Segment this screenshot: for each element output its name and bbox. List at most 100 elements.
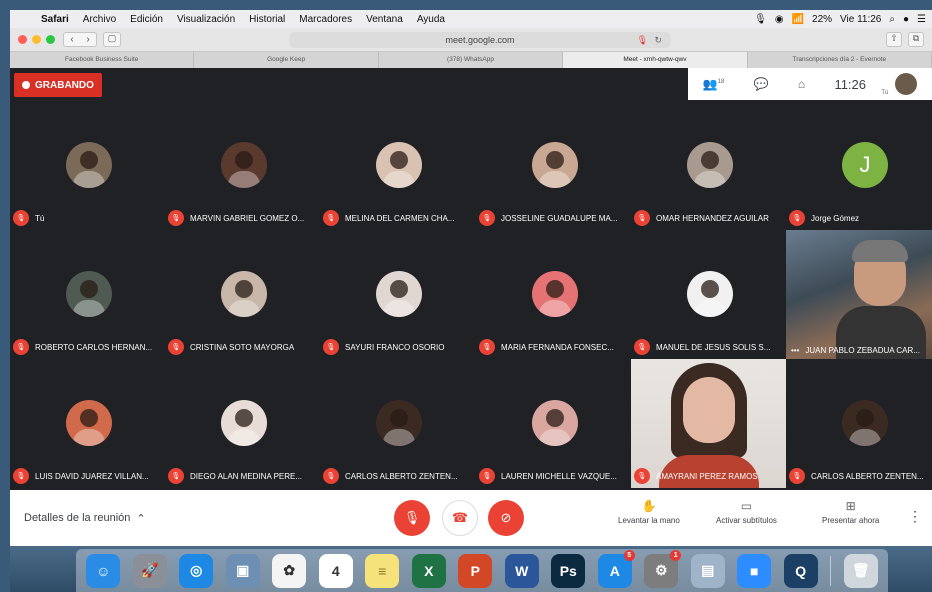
participant-tile[interactable]: 🎙 MARIA FERNANDA FONSEC... <box>476 230 631 359</box>
participant-name: ROBERTO CARLOS HERNAN... <box>35 342 153 352</box>
dock-glyph: ■ <box>750 562 759 579</box>
participant-tile[interactable]: 🎙 SAYURI FRANCO OSORIO <box>320 230 475 359</box>
address-bar[interactable]: meet.google.com 🎙 ↻ <box>290 32 670 48</box>
battery-percent[interactable]: 22% <box>812 14 832 25</box>
participant-tile[interactable]: 🎙 OMAR HERNANDEZ AGUILAR <box>631 101 786 230</box>
close-window-button[interactable] <box>18 35 27 44</box>
camera-toggle-button[interactable]: ⊘ <box>488 500 524 536</box>
activities-button[interactable]: ⌂ <box>798 77 805 91</box>
participant-tile[interactable]: 🎙 JOSSELINE GUADALUPE MA... <box>476 101 631 230</box>
present-now-button[interactable]: ⊞ Presentar ahora <box>822 499 879 525</box>
participant-tile[interactable]: 🎙 Tú <box>10 101 165 230</box>
dock-zoom-icon[interactable]: ■ <box>737 553 772 588</box>
clock[interactable]: Vie 11:26 <box>840 14 881 25</box>
dock-preview-icon[interactable]: ▣ <box>225 553 260 588</box>
reload-icon[interactable]: ↻ <box>654 35 662 46</box>
participant-name: MANUEL DE JESUS SOLIS S... <box>656 342 771 352</box>
speaking-dots-icon: ••• <box>791 346 800 355</box>
menu-marcadores[interactable]: Marcadores <box>292 14 359 25</box>
dock-photoshop-icon[interactable]: Ps <box>551 553 586 588</box>
participant-tile[interactable]: 🎙 MARVIN GABRIEL GOMEZ O... <box>165 101 320 230</box>
tabs-overview-icon[interactable]: ⧉ <box>908 32 924 47</box>
sidebar-toggle-icon[interactable]: ▢ <box>103 32 121 47</box>
menu-ventana[interactable]: Ventana <box>359 14 410 25</box>
more-options-icon[interactable]: ⋮ <box>908 508 922 525</box>
participant-tile[interactable]: 🎙 LUIS DAVID JUAREZ VILLAN... <box>10 359 165 488</box>
avatar-body <box>383 171 415 188</box>
participants-button[interactable]: 👥18 <box>703 77 725 91</box>
shapes-icon: ⌂ <box>797 77 806 91</box>
dock-word-icon[interactable]: W <box>504 553 539 588</box>
tab-whatsapp[interactable]: (378) WhatsApp <box>379 52 564 68</box>
chat-button[interactable]: 💬 <box>754 77 769 91</box>
menu-edicion[interactable]: Edición <box>123 14 170 25</box>
participant-tile[interactable]: ••• JUAN PABLO ZEBADUA CAR... <box>786 230 932 359</box>
menu-archivo[interactable]: Archivo <box>76 14 123 25</box>
menu-ayuda[interactable]: Ayuda <box>410 14 452 25</box>
control-center-icon[interactable]: ☰ <box>917 14 926 25</box>
participant-tile[interactable]: 🎙 CARLOS ALBERTO ZENTEN... <box>786 359 932 488</box>
dock-image-capture-icon[interactable]: ▤ <box>690 553 725 588</box>
participant-name: Tú <box>35 213 45 223</box>
dock-excel-icon[interactable]: X <box>411 553 446 588</box>
self-avatar[interactable]: Tú <box>881 73 918 96</box>
dock-notes-icon[interactable]: ≡ <box>365 553 400 588</box>
meet-stage: GRABANDO 👥18 💬 ⌂ 11:26 Tú 🎙 Tú 🎙 MARVIN GAB… <box>10 68 932 490</box>
participant-avatar <box>66 271 112 317</box>
dock-safari-icon[interactable]: ◎ <box>179 553 214 588</box>
dock-calendar-icon[interactable]: 4 <box>318 553 353 588</box>
participant-tile[interactable]: 🎙 MANUEL DE JESUS SOLIS S... <box>631 230 786 359</box>
participant-name-row: 🎙 DIEGO ALAN MEDINA PERE... <box>168 468 302 484</box>
participant-name-row: 🎙 OMAR HERNANDEZ AGUILAR <box>634 210 769 226</box>
participant-avatar <box>532 400 578 446</box>
participant-tile[interactable]: 🎙 MELINA DEL CARMEN CHA... <box>320 101 475 230</box>
dock-launchpad-icon[interactable]: 🚀 <box>132 553 167 588</box>
participant-tile[interactable]: 🎙 LAUREN MICHELLE VAZQUE... <box>476 359 631 488</box>
captions-button[interactable]: ▭ Activar subtítulos <box>716 499 777 525</box>
minimize-window-button[interactable] <box>32 35 41 44</box>
participant-avatar <box>376 400 422 446</box>
participant-tile[interactable]: 🎙 AMAYRANI PEREZ RAMOS <box>631 359 786 488</box>
tab-facebook[interactable]: Facebook Business Suite <box>10 52 195 68</box>
leave-call-button[interactable]: ☎ <box>442 500 478 536</box>
spotlight-search-icon[interactable]: ⌕ <box>889 14 895 25</box>
dock-system-preferences-icon[interactable]: ⚙ 1 <box>644 549 682 588</box>
dock-glyph: Ps <box>559 562 577 579</box>
avatar-body <box>694 300 726 317</box>
menu-visualizacion[interactable]: Visualización <box>170 14 242 25</box>
dock-powerpoint-icon[interactable]: P <box>458 553 493 588</box>
participant-avatar <box>221 142 267 188</box>
tab-evernote[interactable]: Transcripciones día 2 - Evernote <box>748 52 932 68</box>
microphone-in-use-icon[interactable]: 🎙 <box>637 35 648 46</box>
avatar-body <box>849 429 881 446</box>
dock-finder-icon[interactable]: ☺ <box>86 553 121 588</box>
recording-badge: GRABANDO <box>14 73 102 97</box>
microphone-status-icon[interactable]: 🎙 <box>754 14 767 25</box>
chevron-left-icon[interactable]: ‹ <box>70 34 73 45</box>
menu-app-name[interactable]: Safari <box>34 14 76 25</box>
participant-tile[interactable]: 🎙 CARLOS ALBERTO ZENTEN... <box>320 359 475 488</box>
wifi-icon[interactable]: 📶 <box>792 14 804 25</box>
dock-quicktime-icon[interactable]: Q <box>783 553 818 588</box>
dock-app-store-icon[interactable]: A5 <box>597 549 635 588</box>
dock-trash-icon[interactable]: 🗑 <box>843 553 878 588</box>
chevron-right-icon[interactable]: › <box>86 34 89 45</box>
back-forward-buttons[interactable]: ‹ › <box>63 32 97 47</box>
mic-toggle-button[interactable]: 🎙 <box>394 500 430 536</box>
tab-meet[interactable]: Meet - xmh-qwtw-qwv <box>563 52 748 68</box>
meeting-details-button[interactable]: Detalles de la reunión ⌃ <box>24 512 146 525</box>
zoom-window-button[interactable] <box>46 35 55 44</box>
avatar-body <box>694 171 726 188</box>
screen-share-icon[interactable]: ◉ <box>775 14 784 25</box>
siri-icon[interactable]: ● <box>903 14 909 25</box>
menu-historial[interactable]: Historial <box>242 14 292 25</box>
tab-google-keep[interactable]: Google Keep <box>194 52 379 68</box>
participant-tile[interactable]: 🎙 CRISTINA SOTO MAYORGA <box>165 230 320 359</box>
participant-tile[interactable]: 🎙 ROBERTO CARLOS HERNAN... <box>10 230 165 359</box>
participant-tile[interactable]: 🎙 DIEGO ALAN MEDINA PERE... <box>165 359 320 488</box>
participant-tile[interactable]: J 🎙 Jorge Gómez <box>786 101 932 230</box>
share-icon[interactable]: ⇧ <box>886 32 902 47</box>
raise-hand-button[interactable]: ✋ Levantar la mano <box>618 499 680 525</box>
dock-photos-icon[interactable]: ✿ <box>272 553 307 588</box>
dock-glyph: ⚙ <box>654 562 668 578</box>
